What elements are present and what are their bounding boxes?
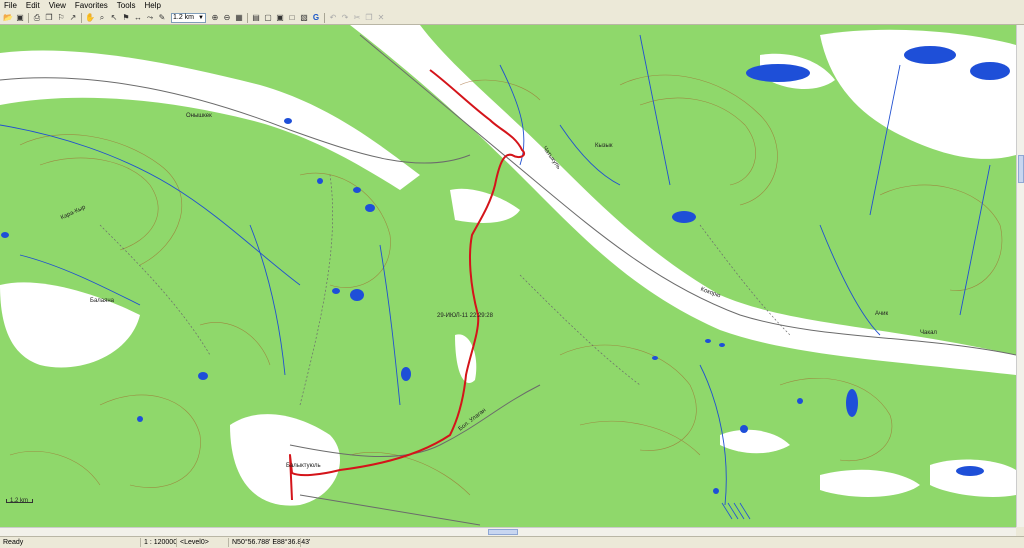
- toolbar: 📂 ▣ ⎙ ❐ ⚐ ↗ ✋ ⌕ ↖ ⚑ ↔ ⤳ ✎ 1.2 km ▼ ⊕ ⊖ ▦…: [0, 11, 1024, 25]
- status-blank: [300, 538, 1004, 547]
- zoom-icon[interactable]: ⌕: [98, 13, 107, 22]
- mapsource-icon[interactable]: ▦: [235, 13, 244, 22]
- river-label: Ачик: [875, 311, 889, 317]
- menu-help[interactable]: Help: [140, 0, 165, 11]
- track-timestamp-label: 29-ИЮЛ-11 22:29:28: [437, 313, 493, 319]
- map-canvas[interactable]: 29-ИЮЛ-11 22:29:28 Балыктуюль Балаяна Бо…: [0, 25, 1016, 527]
- paste-icon[interactable]: ❐: [365, 13, 374, 22]
- status-ready: Ready: [3, 539, 24, 546]
- status-coordinates: N50°56.788' E88°36.843': [228, 538, 310, 547]
- find-icon[interactable]: ⚐: [57, 13, 66, 22]
- save-icon[interactable]: ▣: [16, 13, 25, 22]
- open-folder-icon[interactable]: 📂: [3, 13, 13, 22]
- waypoint-icon[interactable]: ⚑: [122, 13, 131, 22]
- undo-icon[interactable]: ↶: [329, 13, 338, 22]
- toolbar-separator: [81, 12, 82, 23]
- horizontal-scroll-thumb[interactable]: [488, 529, 518, 535]
- draw-icon[interactable]: ✎: [158, 13, 167, 22]
- village-label: Балаяна: [90, 298, 115, 304]
- river-label: Кызык: [595, 143, 613, 149]
- toolbar-separator: [324, 12, 325, 23]
- screen-icon[interactable]: ▢: [264, 13, 273, 22]
- river-label: Онышкек: [186, 113, 212, 119]
- zoom-out-icon[interactable]: ⊖: [223, 13, 232, 22]
- menu-view[interactable]: View: [45, 0, 71, 11]
- toolbar-separator: [28, 12, 29, 23]
- delete-icon[interactable]: ✕: [377, 13, 386, 22]
- cut-icon[interactable]: ✂: [353, 13, 362, 22]
- open-terrain: [0, 25, 1016, 506]
- horizontal-scrollbar[interactable]: [0, 527, 1016, 536]
- river-label: Чакал: [920, 330, 937, 336]
- village-label: Балыктуюль: [286, 463, 321, 469]
- topographic-map: [0, 25, 1016, 526]
- route-icon[interactable]: ↗: [69, 13, 78, 22]
- copy-icon[interactable]: ❐: [45, 13, 54, 22]
- menu-edit[interactable]: Edit: [22, 0, 45, 11]
- track-icon[interactable]: ⤳: [146, 13, 155, 22]
- redo-icon[interactable]: ↷: [341, 13, 350, 22]
- print-icon[interactable]: ⎙: [33, 13, 42, 22]
- map-scale-label: 1.2 km: [10, 498, 29, 504]
- toolbar-separator: [247, 12, 248, 23]
- menu-tools[interactable]: Tools: [113, 0, 141, 11]
- scale-select-value: 1.2 km: [173, 13, 195, 21]
- chevron-down-icon: ▼: [198, 14, 204, 21]
- menu-file[interactable]: File: [0, 0, 22, 11]
- zoom-in-icon[interactable]: ⊕: [211, 13, 220, 22]
- 3d-view-icon[interactable]: ▤: [252, 13, 261, 22]
- vertical-scrollbar[interactable]: [1016, 25, 1024, 527]
- status-bar: Ready 1 : 120000 <Level0> N50°56.788' E8…: [0, 536, 1024, 548]
- measure-icon[interactable]: ↔: [134, 13, 143, 22]
- menu-bar: File Edit View Favorites Tools Help: [0, 0, 1024, 11]
- doc-icon[interactable]: □: [288, 13, 297, 22]
- hand-icon[interactable]: ✋: [85, 13, 95, 22]
- hatched-area: [721, 502, 751, 520]
- status-level: <Level0>: [176, 538, 209, 547]
- map-icon[interactable]: ▧: [300, 13, 309, 22]
- menu-favorites[interactable]: Favorites: [71, 0, 113, 11]
- google-earth-icon[interactable]: G: [312, 13, 321, 22]
- scale-select[interactable]: 1.2 km ▼: [171, 12, 206, 23]
- gps-icon[interactable]: ▣: [276, 13, 285, 22]
- status-scale: 1 : 120000: [140, 538, 177, 547]
- select-icon[interactable]: ↖: [110, 13, 119, 22]
- vertical-scroll-thumb[interactable]: [1018, 155, 1024, 183]
